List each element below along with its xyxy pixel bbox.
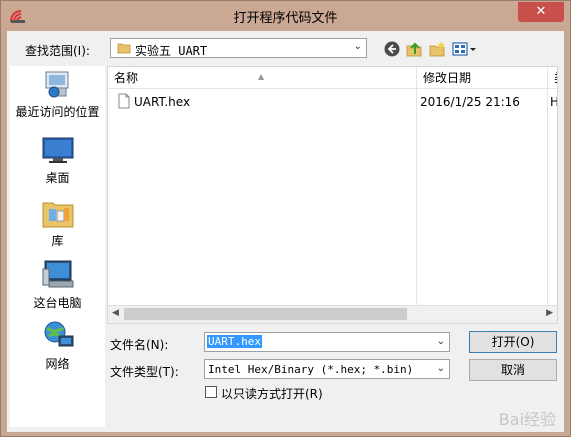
place-network[interactable]: 网络: [10, 320, 105, 372]
cancel-button[interactable]: 取消: [469, 359, 557, 381]
sort-up-icon: ▲: [258, 72, 265, 81]
file-icon: [118, 93, 130, 109]
new-folder-icon[interactable]: [428, 40, 446, 58]
place-label: 桌面: [45, 171, 70, 185]
readonly-label[interactable]: 以只读方式打开(R): [221, 385, 323, 402]
up-folder-icon[interactable]: [405, 40, 423, 58]
scroll-left-icon[interactable]: ◀: [112, 308, 119, 318]
recent-places-icon: [45, 71, 68, 98]
column-header-name[interactable]: ▲ 名称: [108, 67, 416, 89]
chevron-down-icon: ⌄: [353, 41, 362, 52]
scroll-right-icon[interactable]: ▶: [546, 308, 553, 318]
view-menu-icon[interactable]: [451, 40, 477, 58]
open-button[interactable]: 打开(O): [469, 331, 557, 353]
place-libraries[interactable]: 库: [10, 197, 105, 249]
filename-combo[interactable]: UART.hex ⌄: [204, 332, 450, 352]
filetype-select[interactable]: Intel Hex/Binary (*.hex; *.bin) ⌄: [204, 359, 450, 379]
column-header-modified[interactable]: 修改日期: [417, 67, 547, 89]
desktop-icon: [42, 137, 73, 163]
file-modified: 2016/1/25 21:16: [420, 95, 520, 109]
window-title: 打开程序代码文件: [233, 11, 338, 26]
chevron-down-icon[interactable]: ⌄: [437, 336, 445, 347]
column-header-type[interactable]: 类: [548, 67, 557, 89]
file-type: H: [550, 95, 557, 109]
place-label: 这台电脑: [33, 296, 82, 310]
filename-label: 文件名(N):: [110, 338, 169, 352]
look-in-combo[interactable]: 实验五 UART ⌄: [110, 38, 367, 58]
libraries-icon: [42, 202, 73, 228]
file-name: UART.hex: [134, 95, 191, 109]
open-file-dialog: 打开程序代码文件 ✕ 查找范围(I): 实验五 UART ⌄ 最近访问的位置 桌…: [0, 0, 571, 437]
close-button[interactable]: ✕: [518, 2, 564, 22]
title-bar[interactable]: 打开程序代码文件 ✕: [1, 1, 570, 31]
dialog-client: 查找范围(I): 实验五 UART ⌄ 最近访问的位置 桌面 库 这台电脑 网络…: [7, 31, 564, 432]
horizontal-scrollbar[interactable]: ◀ ▶: [108, 305, 557, 323]
place-label: 最近访问的位置: [15, 105, 100, 119]
place-desktop[interactable]: 桌面: [10, 136, 105, 186]
look-in-label: 查找范围(I):: [25, 44, 90, 58]
watermark: Bai经验: [498, 410, 556, 429]
place-recent[interactable]: 最近访问的位置: [10, 70, 105, 120]
filename-input[interactable]: UART.hex: [207, 335, 262, 348]
readonly-checkbox[interactable]: [205, 386, 217, 398]
look-in-value: 实验五 UART: [135, 44, 208, 58]
scrollbar-thumb[interactable]: [124, 308, 407, 320]
places-bar: 最近访问的位置 桌面 库 这台电脑 网络: [10, 66, 105, 427]
computer-icon: [42, 260, 73, 288]
chevron-down-icon[interactable]: ⌄: [437, 363, 445, 374]
file-row[interactable]: UART.hex 2016/1/25 21:16 H: [108, 91, 557, 113]
filetype-label: 文件类型(T):: [110, 365, 179, 379]
back-icon[interactable]: [383, 40, 401, 58]
file-list[interactable]: ▲ 名称 修改日期 类 UART.hex 2016/1/25 21:16 H: [107, 66, 558, 324]
place-label: 库: [51, 234, 64, 248]
place-computer[interactable]: 这台电脑: [10, 259, 105, 311]
folder-icon: [117, 43, 131, 54]
place-label: 网络: [45, 357, 70, 371]
filetype-value: Intel Hex/Binary (*.hex; *.bin): [208, 363, 414, 376]
network-icon: [44, 321, 73, 347]
